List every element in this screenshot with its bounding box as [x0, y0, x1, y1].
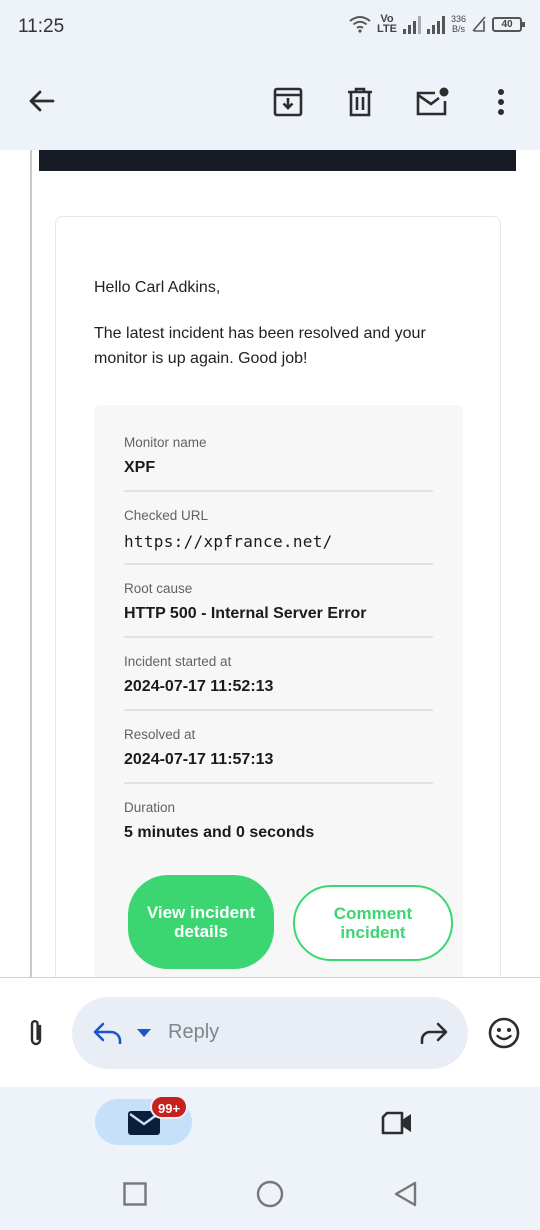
screen: 11:25 Vo LTE 336 B/s 40 Hello Carl Adkin…	[0, 0, 540, 1230]
status-bar: 11:25 Vo LTE 336 B/s 40	[0, 0, 540, 56]
divider	[124, 709, 433, 711]
mail-unread-icon[interactable]	[412, 82, 452, 122]
square-icon[interactable]	[115, 1174, 155, 1214]
intro-text: The latest incident has been resolved an…	[94, 325, 426, 367]
detail-label: Root cause	[124, 581, 193, 596]
comment-incident-button[interactable]: Comment incident	[293, 885, 453, 961]
paperclip-icon[interactable]	[16, 1013, 56, 1053]
detail-incident-started: Incident started at 2024-07-17 11:52:13	[124, 654, 433, 696]
divider	[124, 782, 433, 784]
speed-value: 336	[450, 14, 466, 24]
volte-indicator: Vo LTE	[377, 14, 397, 35]
thread-line	[30, 150, 32, 977]
reply-icon[interactable]	[88, 1013, 128, 1053]
status-time: 11:25	[18, 16, 65, 37]
detail-label: Monitor name	[124, 435, 207, 450]
signal-2-icon	[426, 14, 445, 34]
detail-value: HTTP 500 - Internal Server Error	[124, 605, 367, 622]
detail-value: 2024-07-17 11:52:13	[124, 678, 274, 695]
video-camera-icon[interactable]	[377, 1103, 417, 1143]
detail-value: 2024-07-17 11:57:13	[124, 751, 274, 768]
detail-duration: Duration 5 minutes and 0 seconds	[124, 800, 433, 842]
detail-value: XPF	[124, 459, 156, 476]
forward-icon[interactable]	[414, 1013, 454, 1053]
detail-value: 5 minutes and 0 seconds	[124, 824, 315, 841]
volte-bottom-text: LTE	[377, 23, 397, 35]
detail-root-cause: Root cause HTTP 500 - Internal Server Er…	[124, 581, 433, 623]
status-indicators: Vo LTE 336 B/s 40	[349, 14, 525, 35]
app-bar	[0, 56, 540, 150]
circle-icon[interactable]	[250, 1174, 290, 1214]
battery-icon: 40	[492, 16, 525, 32]
detail-monitor-name: Monitor name XPF	[124, 435, 433, 477]
bottom-nav: 99+	[0, 1087, 540, 1230]
no-signal-icon	[472, 16, 486, 32]
reply-bar: Reply	[0, 977, 540, 1087]
reply-placeholder: Reply	[168, 1021, 220, 1043]
emoji-icon[interactable]	[484, 1013, 524, 1053]
network-speed: 336 B/s	[451, 14, 466, 34]
detail-checked-url: Checked URL https://xpfrance.net/	[124, 508, 433, 551]
view-incident-details-button[interactable]: View incident details	[128, 875, 274, 969]
divider	[124, 636, 433, 638]
detail-label: Resolved at	[124, 727, 196, 742]
signal-1-icon	[402, 14, 421, 34]
arrow-left-icon[interactable]	[21, 81, 61, 121]
triangle-back-icon[interactable]	[385, 1174, 425, 1214]
detail-value[interactable]: https://xpfrance.net/	[124, 532, 433, 551]
wifi-icon	[349, 16, 371, 33]
trash-icon[interactable]	[340, 82, 380, 122]
unread-badge: 99+	[150, 1095, 189, 1119]
caret-down-icon[interactable]	[124, 1013, 164, 1053]
detail-resolved-at: Resolved at 2024-07-17 11:57:13	[124, 727, 433, 769]
divider	[124, 490, 433, 492]
greeting: Hello Carl Adkins,	[94, 279, 221, 296]
speed-unit: B/s	[451, 24, 465, 34]
detail-label: Duration	[124, 800, 176, 815]
detail-label: Incident started at	[124, 654, 232, 669]
more-vert-icon[interactable]	[481, 82, 521, 122]
divider	[124, 563, 433, 565]
incident-details: Monitor name XPF Checked URL https://xpf…	[94, 405, 463, 977]
detail-label: Checked URL	[124, 508, 209, 523]
reply-input[interactable]: Reply	[72, 997, 468, 1069]
email-header-banner	[39, 150, 516, 171]
notification-card: Hello Carl Adkins, The latest incident h…	[55, 216, 501, 977]
archive-icon[interactable]	[268, 82, 308, 122]
email-body: Hello Carl Adkins, The latest incident h…	[0, 150, 540, 977]
